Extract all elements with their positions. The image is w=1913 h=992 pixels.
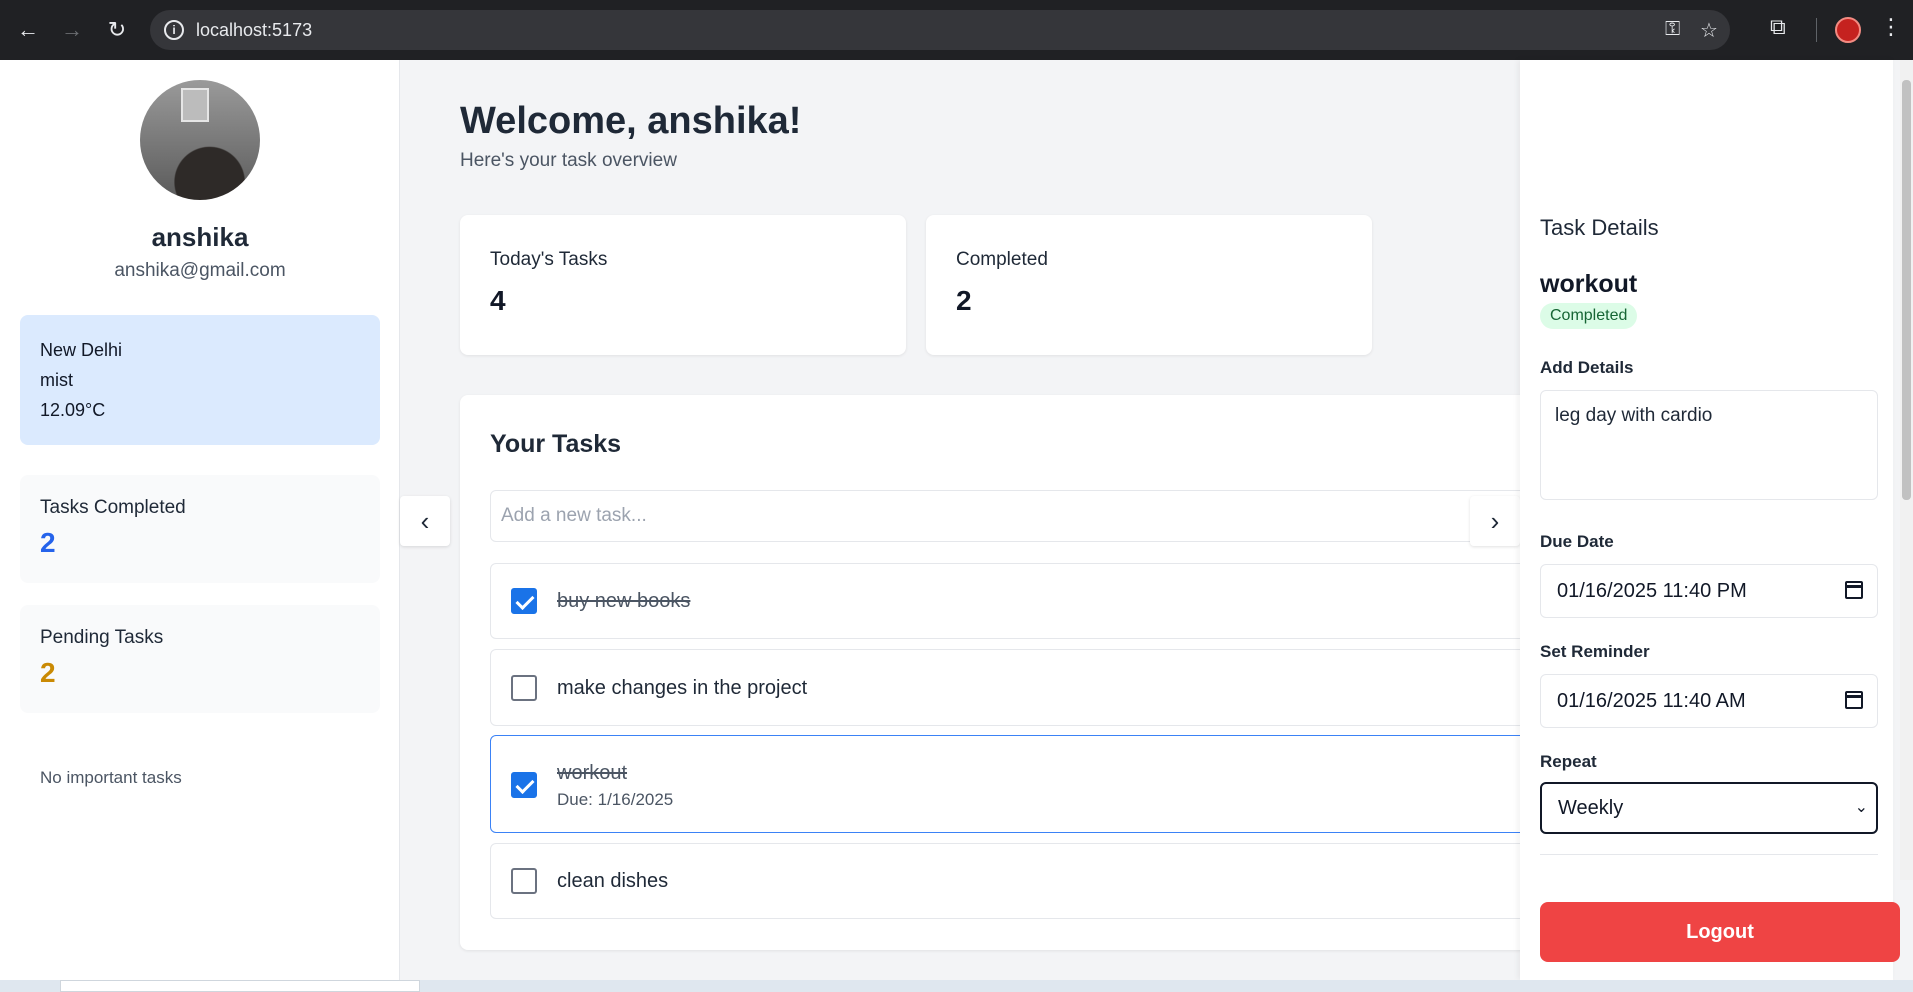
more-menu-icon[interactable]: ⋮ xyxy=(1880,14,1902,40)
task-item-selected[interactable]: workout Due: 1/16/2025 xyxy=(490,735,1580,833)
forward-icon[interactable]: → xyxy=(56,14,88,46)
tasks-completed-value: 2 xyxy=(40,527,56,558)
toolbar-divider xyxy=(1816,18,1817,42)
calendar-icon[interactable] xyxy=(1845,691,1863,709)
stat-label: Completed xyxy=(956,249,1048,270)
pending-tasks-value: 2 xyxy=(40,657,56,688)
tasks-completed-label: Tasks Completed xyxy=(40,497,186,518)
repeat-label: Repeat xyxy=(1540,752,1597,771)
tasks-title: Your Tasks xyxy=(490,430,622,458)
task-name: buy new books xyxy=(557,590,691,612)
weather-condition: mist xyxy=(40,370,73,390)
chevron-left-icon: ‹ xyxy=(420,506,430,536)
stat-label: Today's Tasks xyxy=(490,249,608,270)
task-checkbox[interactable] xyxy=(511,588,537,614)
page-title: Welcome, anshika! xyxy=(460,100,802,142)
new-task-input[interactable] xyxy=(490,490,1580,542)
page-subtitle: Here's your task overview xyxy=(460,150,677,171)
reminder-label: Set Reminder xyxy=(1540,642,1650,661)
details-textarea[interactable]: leg day with cardio xyxy=(1540,390,1878,500)
task-name: clean dishes xyxy=(557,870,669,892)
task-details-panel: Task Details workout Completed Add Detai… xyxy=(1520,60,1893,980)
due-date-label: Due Date xyxy=(1540,532,1614,551)
bookmark-star-icon[interactable]: ☆ xyxy=(1700,18,1718,43)
task-checkbox[interactable] xyxy=(511,675,537,701)
profile-avatar-icon[interactable] xyxy=(1835,17,1861,43)
avatar xyxy=(140,80,260,200)
scrollbar-thumb[interactable] xyxy=(1902,80,1911,500)
taskbar-window[interactable] xyxy=(60,980,420,992)
pending-tasks-card: Pending Tasks 2 xyxy=(20,605,380,713)
user-email: anshika@gmail.com xyxy=(114,260,286,281)
user-name: anshika xyxy=(151,222,249,252)
weather-city: New Delhi xyxy=(40,340,123,360)
address-bar[interactable]: i localhost:5173 ⚿ ☆ xyxy=(150,10,1730,50)
reminder-value: 01/16/2025 11:40 AM xyxy=(1557,690,1746,712)
divider xyxy=(1540,854,1878,855)
completed-card: Completed 2 xyxy=(926,215,1372,355)
task-item[interactable]: buy new books xyxy=(490,563,1580,639)
task-item[interactable]: clean dishes xyxy=(490,843,1580,919)
repeat-select[interactable]: Weekly ⌄ xyxy=(1540,782,1878,834)
detail-task-name: workout xyxy=(1540,270,1638,298)
sidebar: anshika anshika@gmail.com New Delhi mist… xyxy=(0,60,400,980)
chevron-down-icon: ⌄ xyxy=(1854,799,1868,816)
todays-tasks-card: Today's Tasks 4 xyxy=(460,215,906,355)
repeat-value: Weekly xyxy=(1558,797,1624,819)
site-info-icon[interactable]: i xyxy=(164,20,184,40)
extensions-icon[interactable]: ⧉ xyxy=(1770,14,1786,40)
task-item[interactable]: make changes in the project xyxy=(490,649,1580,726)
reload-icon[interactable]: ↻ xyxy=(101,14,133,46)
calendar-icon[interactable] xyxy=(1845,581,1863,599)
prev-button[interactable]: ‹ xyxy=(400,496,450,546)
url-text: localhost:5173 xyxy=(196,20,313,40)
key-icon[interactable]: ⚿ xyxy=(1665,18,1680,41)
back-icon[interactable]: ← xyxy=(12,14,44,46)
task-checkbox[interactable] xyxy=(511,868,537,894)
details-label: Add Details xyxy=(1540,358,1634,377)
weather-temperature: 12.09°C xyxy=(40,400,106,420)
due-date-value: 01/16/2025 11:40 PM xyxy=(1557,580,1747,602)
tasks-completed-card: Tasks Completed 2 xyxy=(20,475,380,583)
details-heading: Task Details xyxy=(1540,215,1659,240)
logout-button[interactable]: Logout xyxy=(1540,902,1900,962)
tasks-panel: Your Tasks buy new books make changes in… xyxy=(460,395,1580,950)
task-checkbox[interactable] xyxy=(511,772,537,798)
weather-card: New Delhi mist 12.09°C xyxy=(20,315,380,445)
due-date-input[interactable]: 01/16/2025 11:40 PM xyxy=(1540,564,1878,618)
pending-tasks-label: Pending Tasks xyxy=(40,627,164,648)
reminder-input[interactable]: 01/16/2025 11:40 AM xyxy=(1540,674,1878,728)
task-name: workout xyxy=(557,762,628,784)
next-button[interactable]: › xyxy=(1470,496,1520,546)
browser-toolbar: ← → ↻ i localhost:5173 ⚿ ☆ ⧉ ⋮ xyxy=(0,0,1913,60)
chevron-right-icon: › xyxy=(1490,506,1500,536)
stat-value: 2 xyxy=(956,285,972,316)
stat-value: 4 xyxy=(490,285,506,316)
os-taskbar xyxy=(0,980,1913,992)
task-name: make changes in the project xyxy=(557,677,808,699)
important-tasks-empty: No important tasks xyxy=(40,768,182,787)
status-badge: Completed xyxy=(1540,303,1638,329)
task-due-date: Due: 1/16/2025 xyxy=(557,790,674,809)
